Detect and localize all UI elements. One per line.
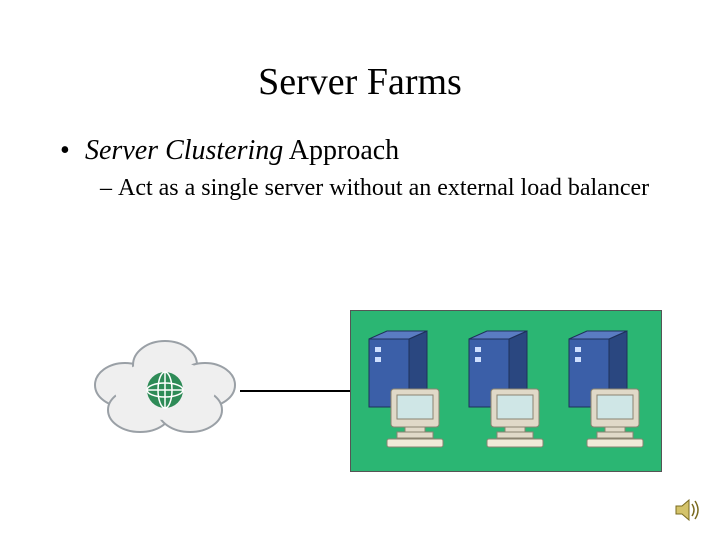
server-icon	[561, 329, 651, 449]
server-icon	[361, 329, 451, 449]
slide-title: Server Farms	[0, 60, 720, 104]
sub-text: Act as a single server without an extern…	[118, 175, 649, 201]
network-link	[240, 390, 355, 392]
diagram	[80, 310, 660, 470]
audio-speaker-icon[interactable]	[674, 498, 702, 522]
sub-dash: –	[100, 175, 118, 203]
bullet-main: • Server Clustering Approach	[60, 135, 399, 167]
bullet-dot: •	[60, 135, 78, 167]
server-cluster-box	[350, 310, 662, 472]
internet-cloud-icon	[80, 330, 250, 450]
bullet-italic: Server Clustering	[85, 135, 283, 166]
bullet-sub: –Act as a single server without an exter…	[100, 175, 660, 203]
bullet-rest: Approach	[283, 135, 399, 166]
slide: Server Farms • Server Clustering Approac…	[0, 0, 720, 540]
server-icon	[461, 329, 551, 449]
